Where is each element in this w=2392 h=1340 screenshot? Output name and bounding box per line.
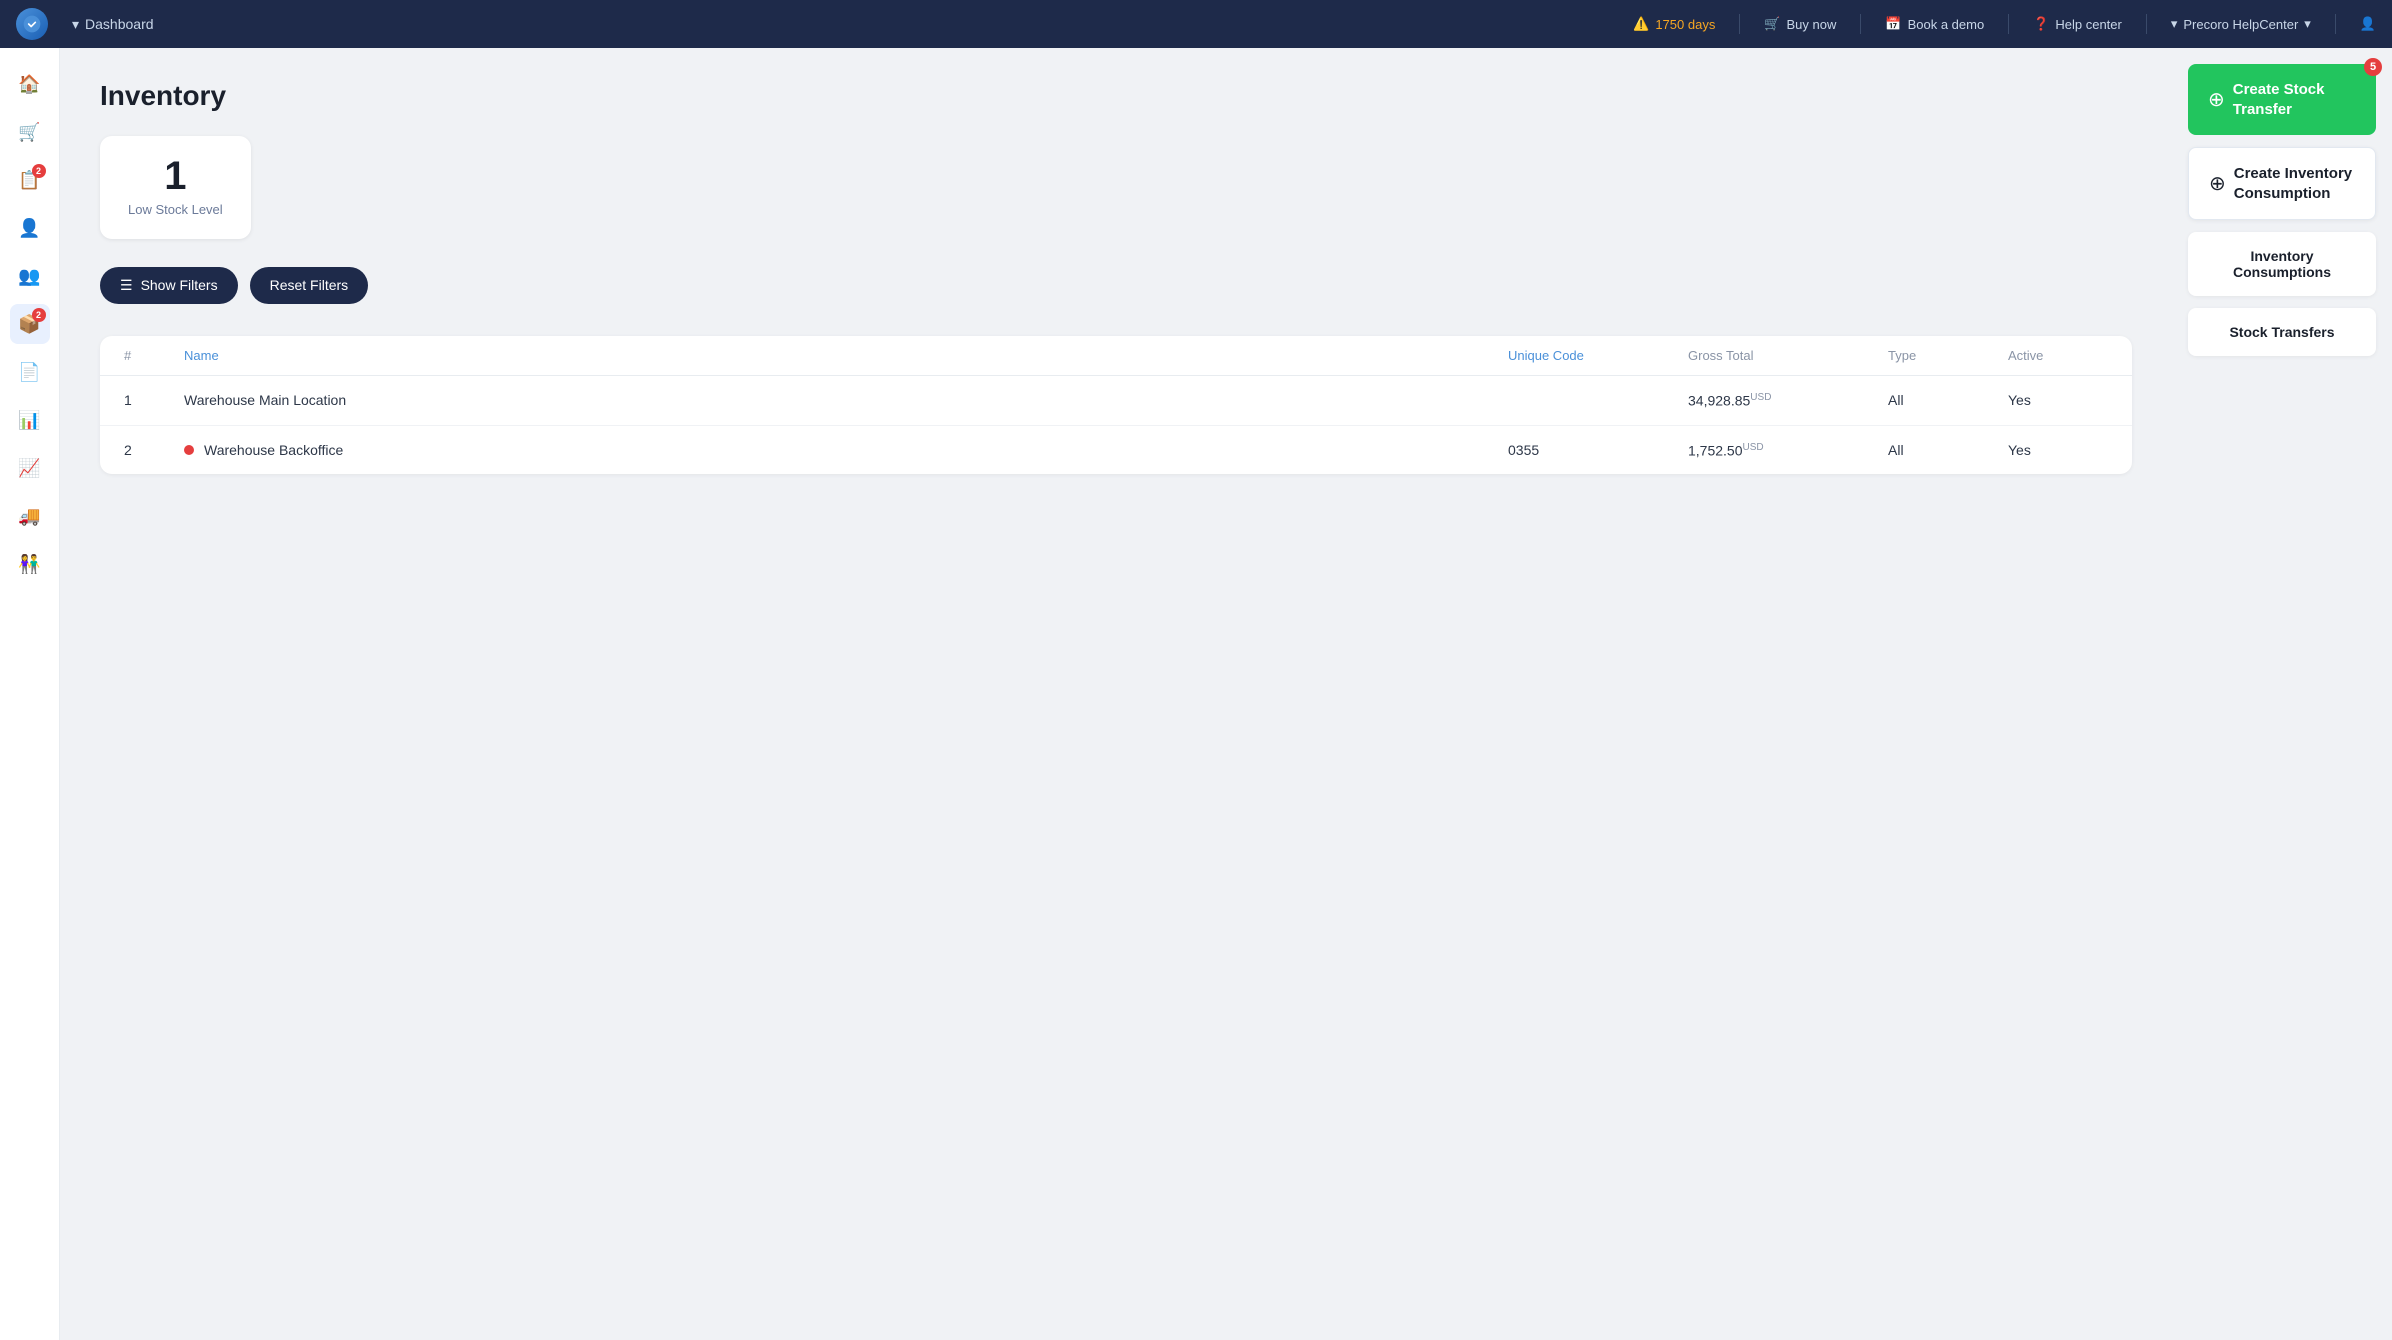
home-icon: 🏠 [18, 74, 40, 95]
team-icon: 👫 [18, 554, 40, 575]
filter-icon: ☰ [120, 277, 133, 294]
col-name[interactable]: Name [184, 348, 1508, 363]
calendar-icon: 📅 [1885, 16, 1901, 32]
sidebar-item-users[interactable]: 👤 [10, 208, 50, 248]
col-gross-total: Gross Total [1688, 348, 1888, 363]
chevron-down-icon: ▾ [2304, 16, 2311, 32]
app-logo[interactable] [16, 8, 48, 40]
reset-filters-button[interactable]: Reset Filters [250, 267, 369, 304]
cell-row-num: 2 [124, 442, 184, 458]
cell-name: Warehouse Backoffice [184, 442, 1508, 458]
sidebar-item-home[interactable]: 🏠 [10, 64, 50, 104]
dashboard-nav[interactable]: ▾ Dashboard [72, 16, 154, 33]
sidebar-item-orders[interactable]: 🛒 [10, 112, 50, 152]
sidebar-item-reports[interactable]: 📄 [10, 352, 50, 392]
delivery-icon: 🚚 [18, 506, 40, 527]
cell-active: Yes [2008, 442, 2108, 458]
plus-icon: ⊕ [2209, 174, 2226, 194]
reports-icon: 📄 [18, 362, 40, 383]
chevron-down-icon: ▾ [72, 16, 79, 33]
sidebar-item-chart[interactable]: 📈 [10, 448, 50, 488]
top-navigation: ▾ Dashboard ⚠️ 1750 days 🛒 Buy now 📅 Boo… [0, 0, 2392, 48]
col-unique-code[interactable]: Unique Code [1508, 348, 1688, 363]
cell-row-num: 1 [124, 392, 184, 408]
show-filters-button[interactable]: ☰ Show Filters [100, 267, 238, 304]
user-menu[interactable]: 👤 [2360, 16, 2376, 32]
cell-gross-total: 34,928.85USD [1688, 392, 1888, 409]
cart-icon: 🛒 [1764, 16, 1780, 32]
analytics-icon: 📊 [18, 410, 40, 431]
cell-type: All [1888, 442, 2008, 458]
inventory-consumptions-link[interactable]: Inventory Consumptions [2188, 232, 2376, 296]
user-icon: 👤 [2360, 16, 2376, 32]
name-with-indicator: Warehouse Backoffice [184, 442, 1508, 458]
sidebar-item-people[interactable]: 👥 [10, 256, 50, 296]
plus-icon: ⊕ [2208, 90, 2225, 110]
table-row[interactable]: 2 Warehouse Backoffice 0355 1,752.50USD … [100, 426, 2132, 475]
receipts-badge: 2 [32, 164, 46, 178]
low-stock-indicator [184, 445, 194, 455]
page-title: Inventory [100, 80, 2132, 112]
cell-type: All [1888, 392, 2008, 408]
main-layout: 🏠 🛒 📋 2 👤 👥 📦 2 📄 📊 📈 🚚 [0, 48, 2392, 1340]
sidebar-item-delivery[interactable]: 🚚 [10, 496, 50, 536]
help-icon: ❓ [2033, 16, 2049, 32]
inventory-badge: 2 [32, 308, 46, 322]
warning-days[interactable]: ⚠️ 1750 days [1633, 16, 1715, 32]
cell-active: Yes [2008, 392, 2108, 408]
sidebar: 🏠 🛒 📋 2 👤 👥 📦 2 📄 📊 📈 🚚 [0, 48, 60, 1340]
stats-row: 1 Low Stock Level [100, 136, 2132, 239]
people-icon: 👥 [18, 266, 40, 287]
dashboard-label: Dashboard [85, 16, 154, 32]
table-row[interactable]: 1 Warehouse Main Location 34,928.85USD A… [100, 376, 2132, 426]
buy-now-link[interactable]: 🛒 Buy now [1764, 16, 1836, 32]
warning-icon: ⚠️ [1633, 16, 1649, 32]
col-active: Active [2008, 348, 2108, 363]
chart-icon: 📈 [18, 458, 40, 479]
low-stock-label: Low Stock Level [128, 202, 223, 219]
create-stock-transfer-button[interactable]: ⊕ Create Stock Transfer 5 [2188, 64, 2376, 135]
low-stock-card[interactable]: 1 Low Stock Level [100, 136, 251, 239]
org-switcher[interactable]: ▾ Precoro HelpCenter ▾ [2171, 16, 2311, 32]
sidebar-item-inventory[interactable]: 📦 2 [10, 304, 50, 344]
chevron-down-icon: ▾ [2171, 16, 2178, 32]
create-inventory-consumption-button[interactable]: ⊕ Create Inventory Consumption [2188, 147, 2376, 220]
cell-name: Warehouse Main Location [184, 392, 1508, 408]
sidebar-item-analytics[interactable]: 📊 [10, 400, 50, 440]
right-panel: ⊕ Create Stock Transfer 5 ⊕ Create Inven… [2172, 48, 2392, 1340]
inventory-table: # Name Unique Code Gross Total Type Acti… [100, 336, 2132, 474]
main-content: Inventory 1 Low Stock Level ☰ Show Filte… [60, 48, 2172, 1340]
low-stock-number: 1 [128, 156, 223, 196]
col-num: # [124, 348, 184, 363]
user-icon: 👤 [18, 218, 40, 239]
cell-unique-code: 0355 [1508, 442, 1688, 458]
sidebar-item-team[interactable]: 👫 [10, 544, 50, 584]
book-demo-link[interactable]: 📅 Book a demo [1885, 16, 1984, 32]
help-center-link[interactable]: ❓ Help center [2033, 16, 2122, 32]
filters-row: ☰ Show Filters Reset Filters [100, 267, 2132, 304]
col-type: Type [1888, 348, 2008, 363]
transfer-badge: 5 [2364, 58, 2382, 76]
orders-icon: 🛒 [18, 122, 40, 143]
cell-gross-total: 1,752.50USD [1688, 442, 1888, 459]
table-header: # Name Unique Code Gross Total Type Acti… [100, 336, 2132, 376]
stock-transfers-link[interactable]: Stock Transfers [2188, 308, 2376, 356]
sidebar-item-receipts[interactable]: 📋 2 [10, 160, 50, 200]
